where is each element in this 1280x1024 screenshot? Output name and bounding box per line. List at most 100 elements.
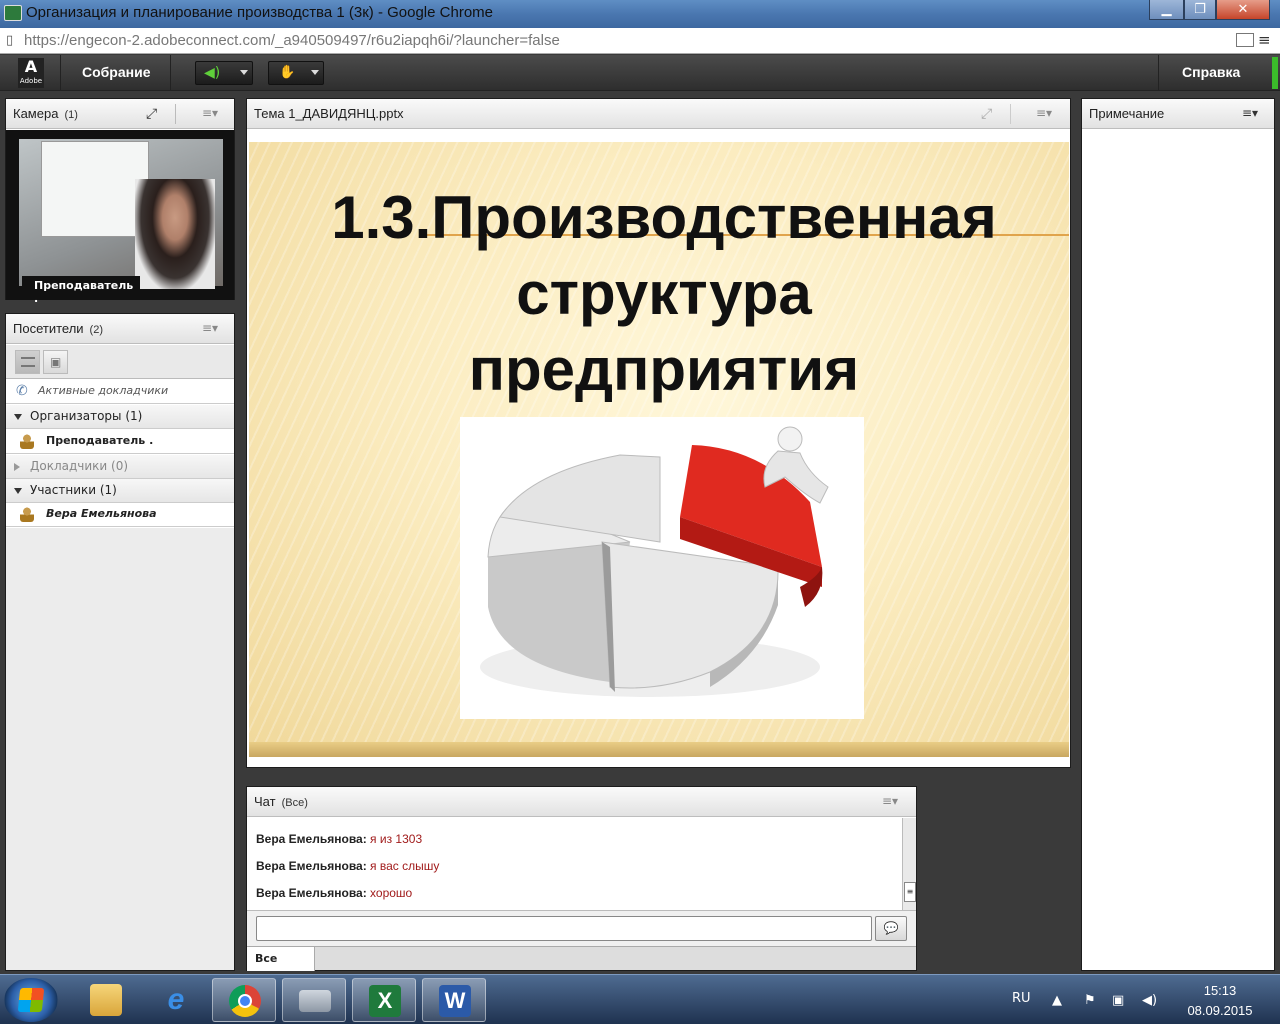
person-card-icon: ▣ (50, 355, 62, 369)
list-view-icon (21, 357, 35, 367)
raise-hand-button[interactable]: ✋ (268, 61, 324, 85)
page-info-icon[interactable]: ▯ (6, 34, 18, 47)
chat-author: Вера Емельянова: (256, 886, 367, 900)
attendee-host[interactable]: Преподаватель . (6, 430, 234, 454)
fullscreen-icon[interactable]: ⤢ (981, 106, 999, 122)
chat-scope: (Все) (281, 797, 308, 809)
expand-arrow-icon[interactable] (14, 488, 22, 494)
connection-status-indicator (1272, 57, 1278, 89)
action-center-flag-icon[interactable]: ⚑ (1084, 993, 1096, 1008)
chrome-menu-icon[interactable]: ≡ (1258, 32, 1276, 48)
chat-pod-title: Чат (Все) (254, 794, 308, 809)
chat-message: Вера Емельянова: я из 1303 (256, 832, 902, 859)
taskbar-keyboard[interactable] (282, 978, 346, 1022)
send-message-button[interactable]: 💬 (875, 916, 907, 941)
presentation-slide[interactable]: 1.3.Производственная структура предприят… (249, 142, 1069, 757)
taskbar-internet-explorer[interactable]: e (144, 978, 208, 1022)
address-bar[interactable]: ▯ https://engecon-2.adobeconnect.com/_a9… (0, 28, 1280, 54)
window-resize-icon[interactable] (1236, 33, 1254, 47)
system-clock[interactable]: 15:13 08.09.2015 (1170, 981, 1270, 1021)
chat-pod-header[interactable]: Чат (Все) ≡▾ (247, 787, 916, 817)
list-view-button[interactable] (15, 350, 40, 374)
attendees-count: (2) (89, 324, 103, 336)
network-icon[interactable]: ▣ (1112, 993, 1124, 1008)
show-hidden-icons-icon[interactable]: ▲ (1052, 993, 1062, 1008)
slide-title-line: предприятия (468, 336, 860, 403)
participant-user-icon (20, 507, 34, 522)
windows-taskbar: e X W RU ▲ ⚑ ▣ ◀) 15:13 08.09.2015 (0, 974, 1280, 1024)
tab-all[interactable]: Все (247, 947, 315, 971)
camera-pod-header[interactable]: Камера (1) ⤢ ≡▾ (6, 99, 234, 129)
attendee-view-toolbar: ▣ (6, 345, 234, 379)
maximize-button[interactable]: ❐ (1184, 0, 1216, 20)
url-text[interactable]: https://engecon-2.adobeconnect.com/_a940… (24, 32, 560, 49)
taskbar-chrome[interactable] (212, 978, 276, 1022)
speaker-button[interactable]: ◀) (195, 61, 253, 85)
slide-title: 1.3.Производственная структура предприят… (269, 180, 1059, 408)
attendees-pod: Посетители (2) ≡▾ ▣ ✆ Активные докладчики… (5, 313, 235, 971)
attendee-participant[interactable]: Вера Емельянова (6, 503, 234, 527)
minimize-button[interactable]: ▁ (1149, 0, 1184, 20)
toolbar-divider (1158, 55, 1159, 91)
camera-count: (1) (64, 109, 78, 121)
chat-tabs: Все (247, 946, 916, 971)
share-pod-header[interactable]: Тема 1_ДАВИДЯНЦ.pptx ⤢ ≡▾ (247, 99, 1070, 129)
language-indicator[interactable]: RU (1012, 991, 1031, 1006)
meeting-menu[interactable]: Собрание (82, 64, 151, 80)
toolbar-divider (60, 55, 61, 91)
camera-pod-title-text: Камера (13, 106, 59, 121)
chat-input-row: 💬 (247, 910, 916, 946)
note-pod-title: Примечание (1089, 106, 1165, 121)
volume-icon[interactable]: ◀) (1142, 993, 1157, 1008)
taskbar-explorer[interactable] (74, 978, 138, 1022)
pod-options-icon[interactable]: ≡▾ (1242, 107, 1262, 119)
window-titlebar[interactable]: Организация и планирование производства … (0, 0, 1280, 28)
chevron-down-icon[interactable] (240, 70, 248, 75)
pod-options-icon[interactable]: ≡▾ (882, 795, 902, 807)
chevron-down-icon[interactable] (311, 70, 319, 75)
excel-icon: X (369, 985, 401, 1017)
raise-hand-icon: ✋ (279, 65, 296, 80)
slide-title-line: 1.3.Производственная (331, 184, 997, 251)
taskbar-word[interactable]: W (422, 978, 486, 1022)
fullscreen-icon[interactable]: ⤢ (146, 106, 164, 122)
connect-toolbar: A Adobe Собрание ◀) ✋ Справка (0, 55, 1280, 91)
help-menu[interactable]: Справка (1182, 64, 1240, 80)
group-label: Организаторы (1) (30, 409, 143, 423)
active-speakers-row: ✆ Активные докладчики (6, 380, 234, 404)
attendees-pod-header[interactable]: Посетители (2) ≡▾ (6, 314, 234, 344)
chat-input[interactable] (256, 916, 872, 941)
group-hosts[interactable]: Организаторы (1) (6, 405, 234, 429)
group-participants[interactable]: Участники (1) (6, 479, 234, 503)
scrollbar-thumb[interactable]: ≡ (904, 882, 916, 902)
attendee-name: Преподаватель . (46, 434, 154, 447)
window-title: Организация и планирование производства … (26, 4, 493, 21)
chat-text: я вас слышу (370, 859, 440, 873)
close-button[interactable]: ✕ (1216, 0, 1270, 20)
expand-arrow-icon[interactable] (14, 414, 22, 420)
collapsed-arrow-icon[interactable] (14, 463, 20, 471)
chat-pod: Чат (Все) ≡▾ Вера Емельянова: я из 1303 В… (246, 786, 917, 971)
chrome-icon (229, 985, 261, 1017)
adobe-logo-mark: A (24, 57, 38, 76)
status-view-button[interactable]: ▣ (43, 350, 68, 374)
pod-options-icon[interactable]: ≡▾ (1036, 107, 1056, 119)
note-pod: Примечание ≡▾ (1081, 98, 1275, 971)
camera-video[interactable] (19, 139, 223, 289)
chat-message: Вера Емельянова: хорошо (256, 886, 902, 913)
note-pod-header[interactable]: Примечание ≡▾ (1082, 99, 1274, 129)
taskbar-excel[interactable]: X (352, 978, 416, 1022)
windows-logo-icon (17, 988, 45, 1012)
share-pod-title: Тема 1_ДАВИДЯНЦ.pptx (254, 106, 404, 121)
pod-options-icon[interactable]: ≡▾ (202, 322, 222, 334)
pie-chart-illustration (460, 417, 864, 719)
group-label: Докладчики (0) (30, 459, 129, 473)
presenter-name-label: Преподаватель . (22, 276, 140, 305)
group-presenters[interactable]: Докладчики (0) (6, 455, 234, 479)
note-content-area[interactable] (1082, 130, 1274, 970)
group-label: Участники (1) (30, 483, 117, 497)
start-button[interactable] (4, 978, 58, 1022)
chat-scrollbar[interactable]: ≡ (902, 818, 916, 910)
chat-message-list[interactable]: Вера Емельянова: я из 1303 Вера Емельяно… (247, 818, 902, 910)
pod-options-icon[interactable]: ≡▾ (202, 107, 222, 119)
